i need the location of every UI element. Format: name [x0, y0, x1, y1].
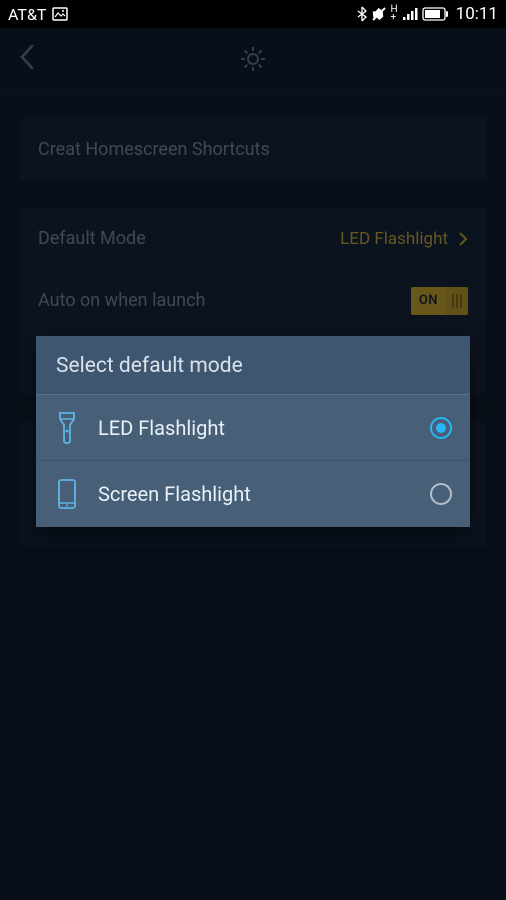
status-bar: AT&T H+ 10:11 [0, 0, 506, 28]
carrier-label: AT&T [8, 5, 46, 24]
battery-icon [422, 7, 448, 21]
dialog-title: Select default mode [36, 336, 470, 394]
mute-icon [371, 6, 387, 22]
option-label: LED Flashlight [98, 416, 430, 440]
option-led-flashlight[interactable]: LED Flashlight [36, 395, 470, 461]
select-default-mode-dialog: Select default mode LED Flashlight Scree… [36, 336, 470, 527]
signal-icon [402, 7, 418, 21]
option-label: Screen Flashlight [98, 482, 430, 506]
network-type-label: H+ [391, 5, 398, 23]
flashlight-icon [56, 411, 78, 445]
option-screen-flashlight[interactable]: Screen Flashlight [36, 461, 470, 527]
radio-selected-icon [430, 417, 452, 439]
phone-icon [57, 478, 77, 510]
screenshot-icon [52, 7, 68, 21]
radio-unselected-icon [430, 483, 452, 505]
bluetooth-icon [357, 6, 367, 22]
clock-label: 10:11 [456, 4, 498, 24]
